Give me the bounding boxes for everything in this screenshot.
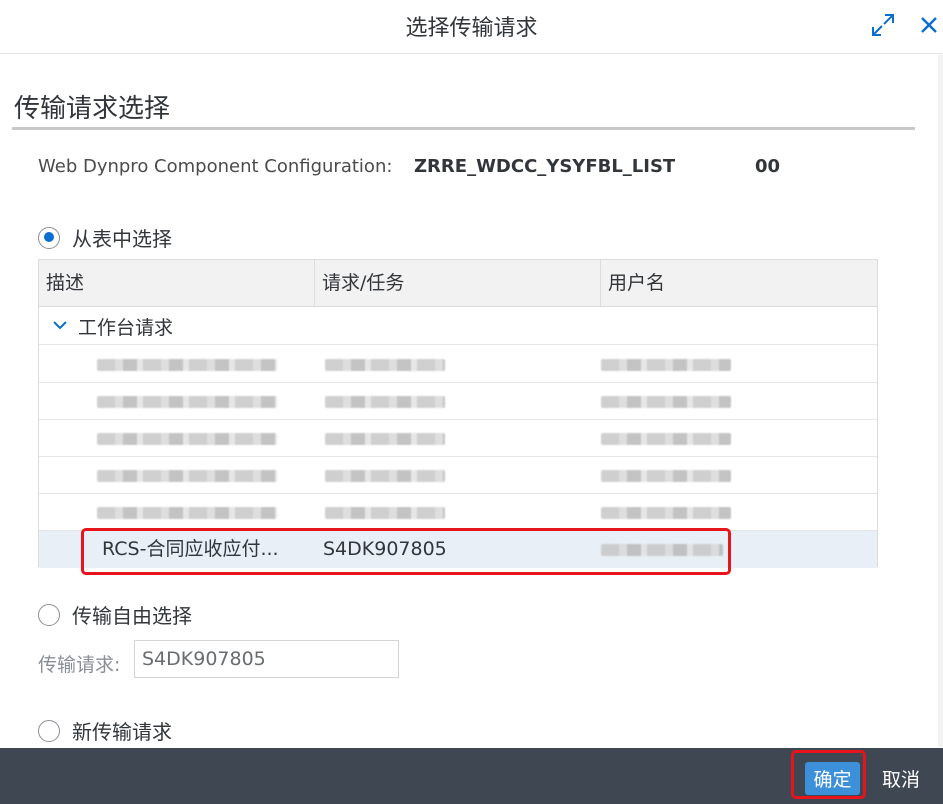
radio-button[interactable] xyxy=(38,719,60,742)
redacted-request xyxy=(325,433,445,445)
table-row[interactable] xyxy=(39,494,877,531)
config-info: Web Dynpro Component Configuration: ZRRE… xyxy=(38,156,780,177)
group-label: 工作台请求 xyxy=(78,317,174,339)
table-row-selected[interactable]: RCS-合同应收应付... S4DK907805 xyxy=(39,531,877,568)
row-description: RCS-合同应收应付... xyxy=(102,538,279,560)
radio-new-request[interactable]: 新传输请求 xyxy=(38,716,172,745)
column-header-description[interactable]: 描述 xyxy=(39,260,315,307)
radio-from-table[interactable]: 从表中选择 xyxy=(38,223,172,252)
redacted-description xyxy=(97,396,277,408)
close-icon xyxy=(921,17,937,33)
table-row[interactable] xyxy=(39,346,877,383)
row-request: S4DK907805 xyxy=(323,538,447,560)
section-divider xyxy=(12,127,915,130)
redacted-description xyxy=(97,507,277,519)
redacted-user xyxy=(601,433,731,445)
radio-button-selected[interactable] xyxy=(38,226,60,249)
redacted-description xyxy=(97,433,277,445)
table-row[interactable] xyxy=(39,457,877,494)
redacted-user xyxy=(601,544,723,556)
redacted-description xyxy=(97,359,277,371)
radio-free-select[interactable]: 传输自由选择 xyxy=(38,600,192,629)
fullscreen-button[interactable] xyxy=(866,8,900,42)
transport-request-table: 描述 请求/任务 用户名 工作台请求 RCS-合同应收应付... S4DK907… xyxy=(38,259,878,568)
radio-free-select-label: 传输自由选择 xyxy=(72,604,192,628)
redacted-user xyxy=(601,470,731,482)
table-row[interactable] xyxy=(39,383,877,420)
redacted-user xyxy=(601,359,731,371)
column-header-request[interactable]: 请求/任务 xyxy=(315,260,601,307)
redacted-request xyxy=(325,470,445,482)
transport-request-input[interactable] xyxy=(134,640,399,678)
redacted-request xyxy=(325,359,445,371)
dialog-header: 选择传输请求 xyxy=(0,0,943,54)
radio-button[interactable] xyxy=(38,603,60,626)
chevron-down-icon[interactable] xyxy=(51,316,69,334)
scrollbar-track[interactable] xyxy=(938,55,943,747)
config-name: ZRRE_WDCC_YSYFBL_LIST xyxy=(414,156,676,177)
dialog-footer xyxy=(0,748,943,804)
close-button[interactable] xyxy=(914,8,943,42)
table-header: 描述 请求/任务 用户名 xyxy=(39,260,877,307)
config-label: Web Dynpro Component Configuration: xyxy=(38,156,393,177)
dialog-title: 选择传输请求 xyxy=(405,16,538,41)
redacted-request xyxy=(325,507,445,519)
redacted-user xyxy=(601,396,731,408)
expand-icon xyxy=(872,14,894,36)
section-title: 传输请求选择 xyxy=(14,94,171,124)
redacted-request xyxy=(325,396,445,408)
table-row[interactable] xyxy=(39,420,877,457)
column-header-user[interactable]: 用户名 xyxy=(601,260,877,307)
cancel-button[interactable]: 取消 xyxy=(873,762,929,795)
ok-button[interactable]: 确定 xyxy=(805,762,860,795)
transport-request-label: 传输请求: xyxy=(38,654,121,676)
redacted-description xyxy=(97,470,277,482)
config-version: 00 xyxy=(755,156,781,177)
redacted-user xyxy=(601,507,731,519)
group-row-workbench[interactable]: 工作台请求 xyxy=(39,308,877,345)
radio-from-table-label: 从表中选择 xyxy=(72,227,172,251)
radio-new-request-label: 新传输请求 xyxy=(72,720,172,744)
